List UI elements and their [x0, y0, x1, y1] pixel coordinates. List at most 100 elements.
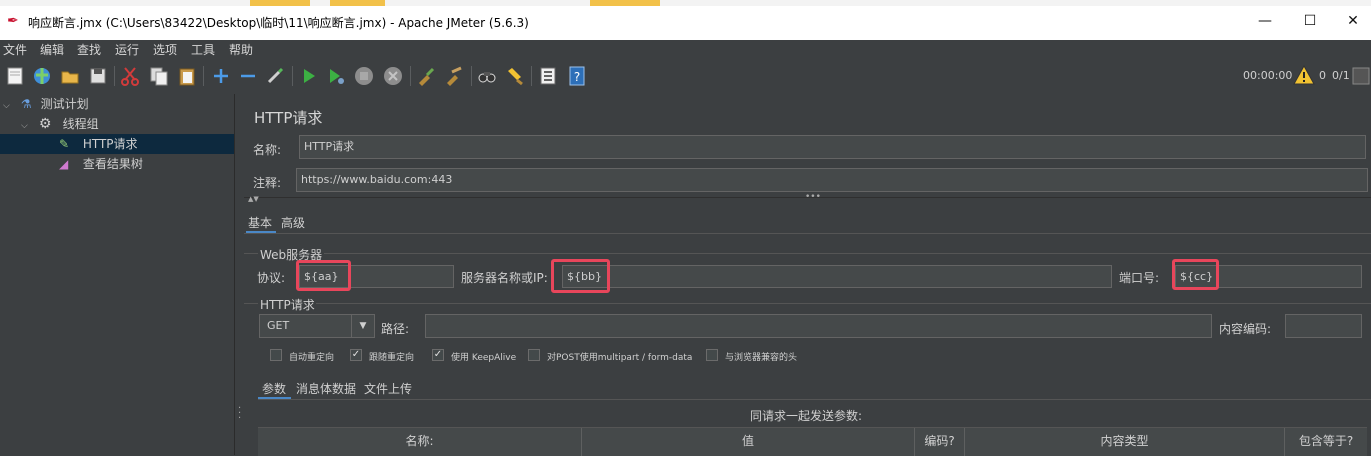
- window-title: 响应断言.jmx (C:\Users\83422\Desktop\临时\11\响…: [28, 16, 529, 30]
- flask-icon: ⚗: [20, 97, 32, 111]
- method-select[interactable]: GET ▼: [259, 314, 375, 338]
- group-border: [324, 253, 1371, 254]
- collapse-icon[interactable]: [238, 66, 258, 86]
- tree-label-http-request: HTTP请求: [82, 137, 138, 151]
- follow-redirects-checkbox[interactable]: ✓: [350, 349, 362, 361]
- stop-icon[interactable]: [354, 66, 374, 86]
- search-icon[interactable]: [477, 66, 497, 86]
- window-titlebar: ✒ 响应断言.jmx (C:\Users\83422\Desktop\临时\11…: [0, 0, 1371, 40]
- splitter-grip[interactable]: · · ·: [238, 404, 241, 424]
- pipette-icon: ✎: [59, 137, 70, 151]
- copy-icon[interactable]: [149, 66, 169, 86]
- menu-edit[interactable]: 编辑: [40, 41, 64, 58]
- column-header-value[interactable]: 值: [582, 428, 915, 456]
- warning-icon[interactable]: [1293, 64, 1315, 86]
- group-border: [244, 253, 258, 254]
- multipart-checkbox[interactable]: [528, 349, 540, 361]
- maximize-button[interactable]: ☐: [1295, 10, 1325, 32]
- toolbar: ? 00:00:00 0 0/1: [0, 58, 1371, 94]
- group-border: [316, 303, 1371, 304]
- keepalive-checkbox[interactable]: ✓: [432, 349, 444, 361]
- tab-basic[interactable]: 基本: [248, 214, 272, 231]
- open-icon[interactable]: [60, 66, 80, 86]
- collapse-arrows-icon[interactable]: ▲▼: [248, 195, 259, 203]
- start-icon[interactable]: [299, 66, 319, 86]
- column-header-encode[interactable]: 编码?: [915, 428, 965, 456]
- params-caption: 同请求一起发送参数:: [750, 409, 863, 423]
- menu-bar: 文件 编辑 查找 运行 选项 工具 帮助: [0, 40, 1371, 58]
- column-header-content-type[interactable]: 内容类型: [965, 428, 1285, 456]
- splitter[interactable]: · · ·: [234, 94, 244, 455]
- name-input[interactable]: HTTP请求: [299, 135, 1366, 159]
- highlight-box-port: [1172, 259, 1219, 290]
- comment-label: 注释:: [253, 176, 282, 190]
- tree-node-thread-group[interactable]: ⌵ ⚙ 线程组: [21, 114, 99, 134]
- subtab-divider: [258, 399, 1371, 400]
- clear-all-icon[interactable]: [444, 66, 464, 86]
- chevron-down-icon[interactable]: ⌵: [21, 116, 35, 136]
- browser-headers-checkbox[interactable]: [706, 349, 718, 361]
- close-button[interactable]: ✕: [1338, 10, 1368, 32]
- column-header-name[interactable]: 名称:: [258, 428, 582, 456]
- menu-search[interactable]: 查找: [77, 41, 101, 58]
- save-icon[interactable]: [88, 66, 108, 86]
- encoding-label: 内容编码:: [1219, 322, 1272, 336]
- minimize-button[interactable]: —: [1250, 10, 1280, 32]
- tab-files-upload[interactable]: 文件上传: [364, 380, 412, 397]
- tab-divider: [244, 233, 1371, 234]
- menu-options[interactable]: 选项: [153, 41, 177, 58]
- group-border: [244, 303, 258, 304]
- menu-file[interactable]: 文件: [3, 41, 27, 58]
- port-label: 端口号:: [1119, 271, 1160, 285]
- tree-label-thread-group: 线程组: [62, 117, 99, 131]
- expand-icon[interactable]: [211, 66, 231, 86]
- chevron-down-icon[interactable]: ⌵: [3, 96, 17, 116]
- keepalive-label: 使用 KeepAlive: [451, 353, 517, 363]
- start-no-pauses-icon[interactable]: [326, 66, 346, 86]
- collapse-divider[interactable]: ▲▼ •••: [244, 192, 1371, 206]
- method-value: GET: [267, 319, 290, 332]
- jmeter-feather-icon: ✒: [7, 13, 19, 29]
- column-header-include-equals[interactable]: 包含等于?: [1285, 428, 1367, 456]
- clear-icon[interactable]: [416, 66, 436, 86]
- tab-body-data[interactable]: 消息体数据: [296, 380, 356, 397]
- tree-label-test-plan: 测试计划: [40, 97, 89, 111]
- tree-node-http-request[interactable]: ✎ HTTP请求: [59, 134, 138, 154]
- toggle-icon[interactable]: [265, 66, 285, 86]
- path-input[interactable]: [425, 314, 1212, 338]
- tree-node-test-plan[interactable]: ⌵ ⚗ 测试计划: [3, 94, 89, 114]
- http-request-panel: HTTP请求 名称: HTTP请求 注释: https://www.baidu.…: [244, 94, 1371, 456]
- reset-search-icon[interactable]: [505, 66, 525, 86]
- http-request-title: HTTP请求: [260, 298, 315, 312]
- tab-advanced[interactable]: 高级: [281, 214, 305, 231]
- menu-tools[interactable]: 工具: [191, 41, 215, 58]
- gear-icon: ⚙: [38, 116, 52, 132]
- help-icon[interactable]: ?: [567, 66, 587, 86]
- panel-title: HTTP请求: [254, 109, 323, 127]
- highlight-box-protocol: [296, 260, 351, 291]
- server-input[interactable]: ${bb}: [562, 265, 1112, 288]
- comment-input[interactable]: https://www.baidu.com:443: [296, 168, 1368, 192]
- redirect-auto-checkbox[interactable]: [270, 349, 282, 361]
- encoding-input[interactable]: [1285, 314, 1362, 338]
- multipart-label: 对POST使用multipart / form-data: [547, 353, 693, 363]
- highlight-box-server: [551, 259, 610, 293]
- params-table-header: 名称: 值 编码? 内容类型 包含等于?: [258, 427, 1367, 456]
- templates-icon[interactable]: [32, 66, 52, 86]
- protocol-label: 协议:: [257, 271, 286, 285]
- cut-icon[interactable]: [120, 66, 140, 86]
- tree-node-result-tree[interactable]: ◢ 查看结果树: [59, 154, 143, 174]
- warning-count: 0: [1319, 69, 1326, 82]
- chevron-down-icon[interactable]: ▼: [351, 315, 374, 337]
- browser-headers-label: 与浏览器兼容的头: [725, 353, 798, 363]
- function-helper-icon[interactable]: [538, 66, 558, 86]
- test-plan-tree: ⌵ ⚗ 测试计划 ⌵ ⚙ 线程组 ✎ HTTP请求 ◢ 查看结果树: [0, 94, 234, 455]
- tab-parameters[interactable]: 参数: [262, 380, 286, 397]
- menu-help[interactable]: 帮助: [229, 41, 253, 58]
- divider-grip[interactable]: •••: [805, 192, 821, 202]
- shutdown-icon[interactable]: [383, 66, 403, 86]
- new-icon[interactable]: [5, 66, 25, 86]
- redirect-auto-label: 自动重定向: [289, 353, 335, 363]
- paste-icon[interactable]: [177, 66, 197, 86]
- menu-run[interactable]: 运行: [115, 41, 139, 58]
